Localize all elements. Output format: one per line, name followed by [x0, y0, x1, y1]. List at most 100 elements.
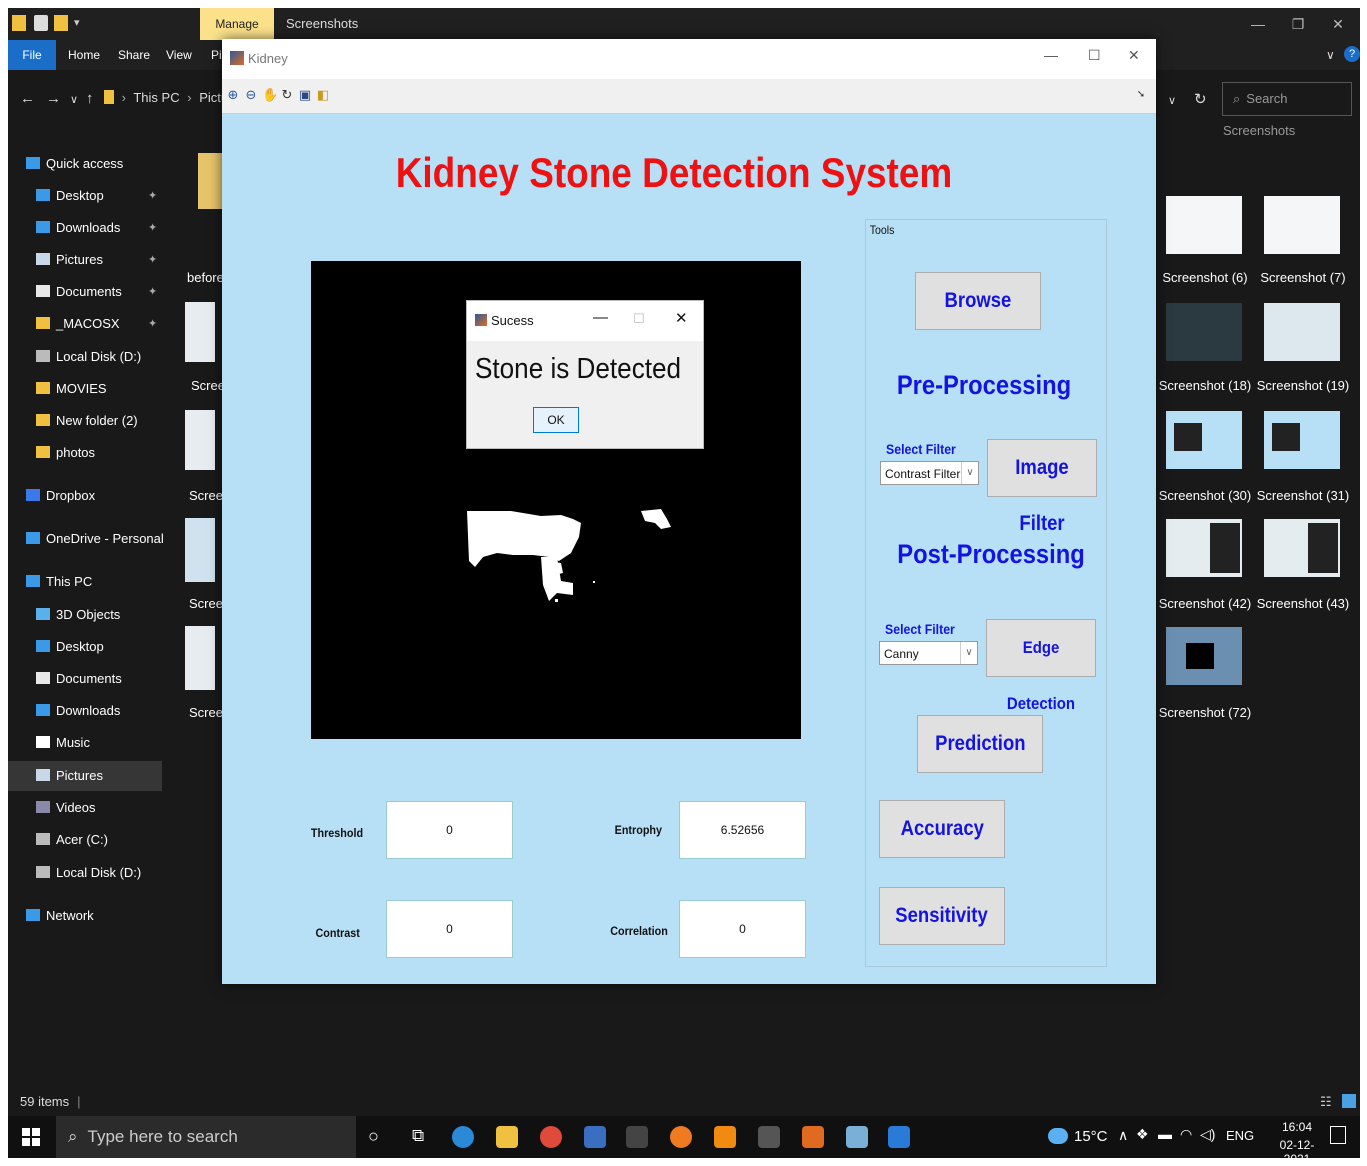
expand-ribbon-icon[interactable]: ∨ [1326, 48, 1335, 62]
file-thumbnail[interactable] [185, 302, 215, 362]
pin-icon[interactable]: ✦ [148, 317, 157, 330]
show-hidden-icons-icon[interactable]: ∧ [1118, 1127, 1128, 1144]
screenshot-thumbnail[interactable] [1166, 411, 1242, 469]
screenshot-label[interactable]: Screenshot (19) [1253, 378, 1353, 393]
edge-detection-button[interactable]: Edge Detection [986, 619, 1096, 713]
tab-view[interactable]: View [166, 40, 192, 70]
file-thumbnail[interactable] [185, 410, 215, 470]
notes-icon[interactable] [846, 1126, 868, 1148]
sidebar-item-documents[interactable]: Documents [36, 665, 122, 693]
back-icon[interactable]: ← [20, 90, 35, 107]
tab-file[interactable]: File [8, 40, 56, 70]
post-filter-select[interactable]: Canny ∨ [879, 641, 978, 665]
screenshot-thumbnail[interactable] [1166, 519, 1242, 577]
screenshot-thumbnail[interactable] [1166, 196, 1242, 254]
screenshot-thumbnail[interactable] [1166, 627, 1242, 685]
sidebar-item-pictures[interactable]: Pictures [36, 762, 103, 790]
toolbar-dock-icon[interactable]: ➘ [1134, 87, 1148, 103]
screenshot-label[interactable]: Screenshot (43) [1253, 596, 1353, 611]
sidebar-item-downloads[interactable]: Downloads [36, 214, 120, 242]
close-icon[interactable]: ✕ [1318, 8, 1358, 40]
file-thumbnail[interactable] [185, 518, 215, 582]
sidebar-item-onedrive-personal[interactable]: OneDrive - Personal [26, 525, 164, 553]
search-input[interactable]: ⌕ Search Screenshots [1222, 82, 1352, 138]
pin-icon[interactable]: ✦ [148, 189, 157, 202]
chrome-icon[interactable] [540, 1126, 562, 1148]
screenshot-label[interactable]: Screenshot (42) [1155, 596, 1255, 611]
customize-toolbar-icon[interactable]: ▾ [74, 16, 80, 29]
sidebar-item-network[interactable]: Network [26, 902, 94, 930]
screenshot-label[interactable]: Screenshot (7) [1253, 270, 1353, 285]
screenshot-thumbnail[interactable] [1166, 303, 1242, 361]
weather-icon[interactable] [1048, 1128, 1068, 1144]
close-icon[interactable]: ✕ [1128, 47, 1140, 64]
dropbox-tray-icon[interactable]: ❖ [1136, 1126, 1149, 1143]
screenshot-thumbnail[interactable] [1264, 411, 1340, 469]
volume-icon[interactable]: ◁) [1200, 1126, 1215, 1143]
screenshot-label[interactable]: Screenshot (18) [1155, 378, 1255, 393]
forward-icon[interactable]: → [46, 90, 61, 107]
notifications-icon[interactable] [1330, 1126, 1346, 1144]
ok-button[interactable]: OK [533, 407, 579, 433]
sidebar-item-macosx[interactable]: _MACOSX [36, 310, 120, 338]
screenshot-thumbnail[interactable] [1264, 519, 1340, 577]
threshold-field[interactable]: 0 [386, 801, 513, 859]
battery-icon[interactable]: ▬ [1158, 1126, 1172, 1142]
edge-icon[interactable] [452, 1126, 474, 1148]
notion-icon[interactable] [758, 1126, 780, 1148]
details-view-icon[interactable]: ☷ [1320, 1088, 1332, 1116]
taskbar-search-input[interactable]: ⌕ Type here to search [56, 1116, 356, 1158]
terminal-icon[interactable] [626, 1126, 648, 1148]
rotate-3d-icon[interactable]: ↻ [280, 87, 294, 103]
sidebar-item-acer-c[interactable]: Acer (C:) [36, 826, 108, 854]
matlab-icon[interactable] [802, 1126, 824, 1148]
minimize-icon[interactable]: — [1238, 8, 1278, 40]
pin-icon[interactable]: ✦ [148, 285, 157, 298]
tab-home[interactable]: Home [68, 40, 100, 70]
sidebar-item-new-folder-2[interactable]: New folder (2) [36, 407, 138, 435]
contrast-field[interactable]: 0 [386, 900, 513, 958]
sidebar-item-3d-objects[interactable]: 3D Objects [36, 601, 120, 629]
prediction-button[interactable]: Prediction [917, 715, 1043, 773]
pre-filter-select[interactable]: Contrast Filter ∨ [880, 461, 979, 485]
help-icon[interactable]: ? [1344, 46, 1360, 62]
tab-share[interactable]: Share [118, 40, 150, 70]
browse-button[interactable]: Browse [915, 272, 1041, 330]
pin-icon[interactable]: ✦ [148, 253, 157, 266]
windows-start-icon[interactable] [22, 1128, 40, 1146]
minimize-icon[interactable]: — [593, 309, 608, 326]
weather-temperature[interactable]: 15°C [1074, 1128, 1108, 1145]
entropy-field[interactable]: 6.52656 [679, 801, 806, 859]
sidebar-item-desktop[interactable]: Desktop [36, 182, 104, 210]
sidebar-item-dropbox[interactable]: Dropbox [26, 482, 95, 510]
large-icons-view-icon[interactable] [1342, 1094, 1356, 1108]
screenshot-label[interactable]: Screenshot (30) [1155, 488, 1255, 503]
file-label[interactable]: before [187, 270, 224, 285]
sidebar-item-videos[interactable]: Videos [36, 794, 96, 822]
data-cursor-icon[interactable]: ◧ [316, 87, 330, 103]
maximize-icon[interactable]: ❐ [1278, 8, 1318, 40]
cortana-icon[interactable]: ○ [368, 1126, 379, 1147]
task-view-icon[interactable]: ⧉ [412, 1126, 424, 1146]
maximize-icon[interactable]: ☐ [1088, 47, 1101, 64]
sidebar-item-quick-access[interactable]: Quick access [26, 150, 123, 178]
file-thumbnail[interactable] [185, 626, 215, 690]
address-dropdown-icon[interactable]: ∨ [1168, 94, 1176, 107]
sidebar-item-desktop[interactable]: Desktop [36, 633, 104, 661]
sensitivity-button[interactable]: Sensitivity [879, 887, 1005, 945]
sidebar-item-movies[interactable]: MOVIES [36, 375, 107, 403]
screenshot-thumbnail[interactable] [1264, 303, 1340, 361]
sidebar-item-music[interactable]: Music [36, 729, 90, 757]
language-indicator[interactable]: ENG [1226, 1128, 1254, 1143]
firefox-icon[interactable] [670, 1126, 692, 1148]
new-folder-icon[interactable] [54, 15, 68, 31]
screenshot-label[interactable]: Screenshot (31) [1253, 488, 1353, 503]
wifi-icon[interactable]: ◠ [1180, 1126, 1192, 1143]
screenshot-label[interactable]: Screenshot (72) [1155, 705, 1255, 720]
minimize-icon[interactable]: — [1044, 47, 1058, 63]
screenshot-thumbnail[interactable] [1264, 196, 1340, 254]
save-icon[interactable]: ▣ [298, 87, 312, 103]
zoom-out-icon[interactable]: ⊖ [244, 87, 258, 103]
file-explorer-icon[interactable] [496, 1126, 518, 1148]
sidebar-item-downloads[interactable]: Downloads [36, 697, 120, 725]
